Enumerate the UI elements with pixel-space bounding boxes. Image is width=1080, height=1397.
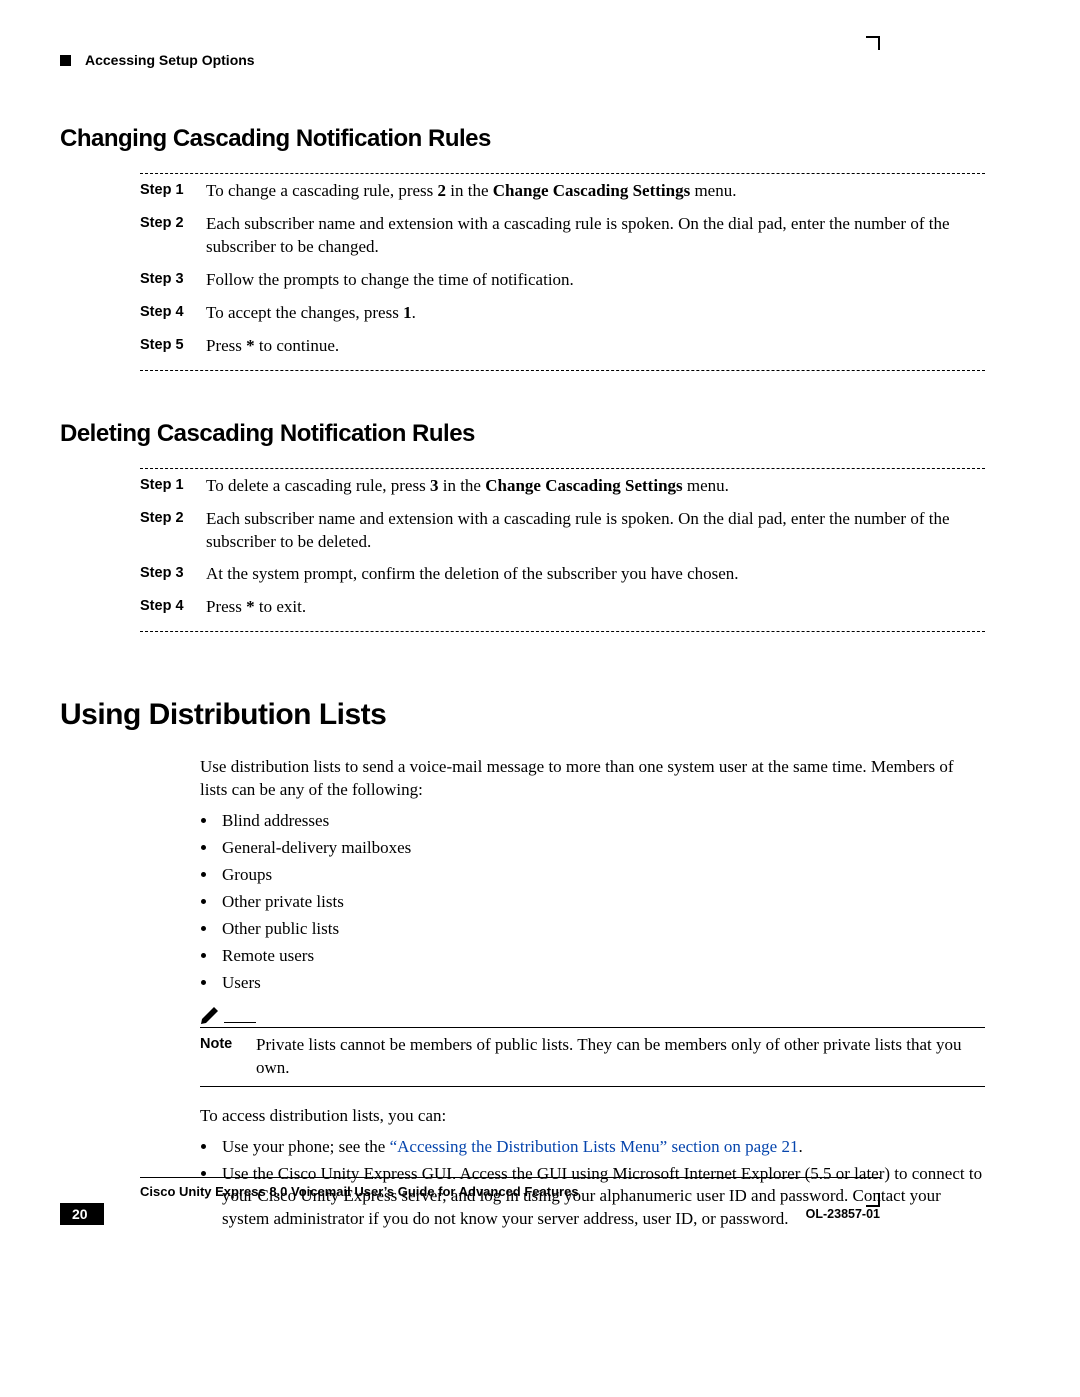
- heading-changing-rules: Changing Cascading Notification Rules: [60, 125, 985, 153]
- step-label: Step 2: [140, 508, 206, 554]
- list-item: Use your phone; see the “Accessing the D…: [218, 1136, 985, 1159]
- step-row: Step 3 At the system prompt, confirm the…: [140, 557, 985, 590]
- step-row: Step 4 To accept the changes, press 1.: [140, 296, 985, 329]
- list-item: Groups: [218, 864, 985, 887]
- member-type-list: Blind addresses General-delivery mailbox…: [200, 810, 985, 995]
- list-item: Users: [218, 972, 985, 995]
- step-row: Step 3 Follow the prompts to change the …: [140, 263, 985, 296]
- step-text: Each subscriber name and extension with …: [206, 508, 985, 554]
- intro-paragraph: Use distribution lists to send a voice-m…: [200, 756, 985, 802]
- step-label: Step 4: [140, 596, 206, 619]
- access-intro: To access distribution lists, you can:: [200, 1105, 985, 1128]
- step-label: Step 1: [140, 180, 206, 203]
- step-text: Press * to continue.: [206, 335, 985, 358]
- step-label: Step 2: [140, 213, 206, 259]
- page-footer: Cisco Unity Express 8.0 Voicemail User’s…: [60, 1177, 880, 1225]
- list-item: Other private lists: [218, 891, 985, 914]
- footer-doc-title: Cisco Unity Express 8.0 Voicemail User’s…: [140, 1184, 880, 1199]
- note-label: Note: [200, 1034, 256, 1080]
- step-list-end-rule: [140, 370, 985, 372]
- step-text: To delete a cascading rule, press 3 in t…: [206, 475, 985, 498]
- step-label: Step 1: [140, 475, 206, 498]
- step-text: To change a cascading rule, press 2 in t…: [206, 180, 985, 203]
- step-label: Step 3: [140, 563, 206, 586]
- note-callout: Note Private lists cannot be members of …: [200, 1005, 985, 1087]
- heading-distribution-lists: Using Distribution Lists: [60, 698, 985, 732]
- step-list-end-rule: [140, 631, 985, 633]
- step-text: At the system prompt, confirm the deleti…: [206, 563, 985, 586]
- step-row: Step 1 To delete a cascading rule, press…: [140, 469, 985, 502]
- pencil-underline: [224, 1022, 256, 1023]
- step-list-deleting: Step 1 To delete a cascading rule, press…: [140, 468, 985, 624]
- step-list-changing: Step 1 To change a cascading rule, press…: [140, 173, 985, 362]
- list-item: General-delivery mailboxes: [218, 837, 985, 860]
- note-text: Private lists cannot be members of publi…: [256, 1034, 985, 1080]
- step-row: Step 4 Press * to exit.: [140, 590, 985, 623]
- step-text: Each subscriber name and extension with …: [206, 213, 985, 259]
- step-row: Step 2 Each subscriber name and extensio…: [140, 207, 985, 263]
- footer-doc-id: OL-23857-01: [806, 1207, 880, 1221]
- step-text: To accept the changes, press 1.: [206, 302, 985, 325]
- running-header: Accessing Setup Options: [60, 52, 880, 68]
- step-row: Step 5 Press * to continue.: [140, 329, 985, 362]
- step-text: Follow the prompts to change the time of…: [206, 269, 985, 292]
- link-distribution-menu[interactable]: “Accessing the Distribution Lists Menu” …: [390, 1137, 799, 1156]
- list-item: Other public lists: [218, 918, 985, 941]
- step-label: Step 5: [140, 335, 206, 358]
- header-square-icon: [60, 55, 71, 66]
- page-number: 20: [60, 1203, 104, 1225]
- list-item: Remote users: [218, 945, 985, 968]
- pencil-icon: [200, 1005, 224, 1025]
- step-row: Step 2 Each subscriber name and extensio…: [140, 502, 985, 558]
- list-item: Blind addresses: [218, 810, 985, 833]
- step-label: Step 3: [140, 269, 206, 292]
- step-label: Step 4: [140, 302, 206, 325]
- heading-deleting-rules: Deleting Cascading Notification Rules: [60, 420, 985, 448]
- crop-mark-tr: [866, 36, 880, 50]
- header-text: Accessing Setup Options: [85, 52, 255, 68]
- step-row: Step 1 To change a cascading rule, press…: [140, 174, 985, 207]
- step-text: Press * to exit.: [206, 596, 985, 619]
